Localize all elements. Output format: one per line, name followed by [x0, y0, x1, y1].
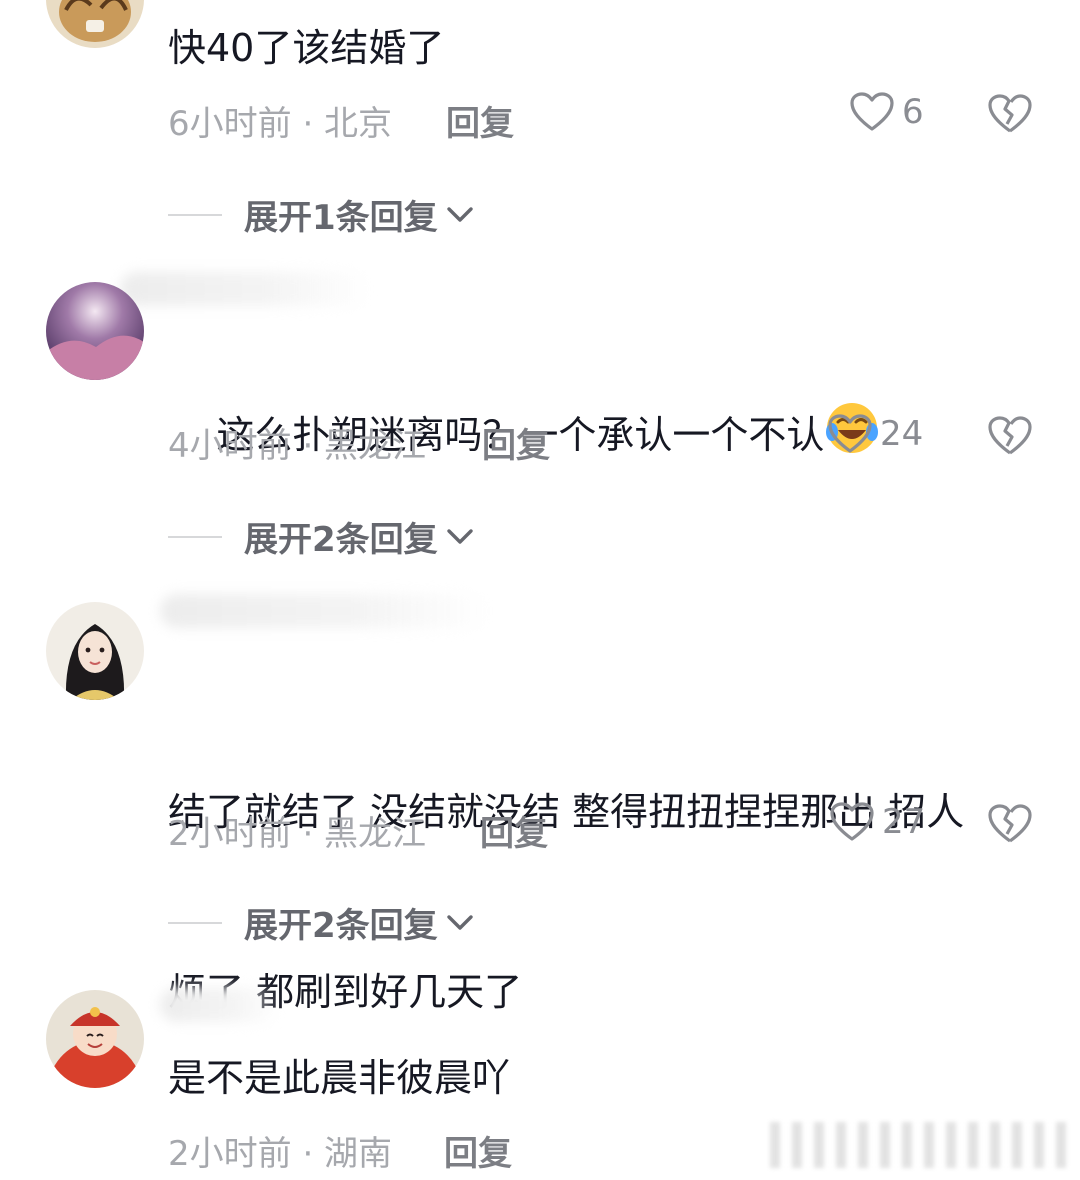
dislike-button[interactable] [988, 804, 1032, 848]
like-button[interactable]: 27 [830, 802, 925, 842]
avatar[interactable] [46, 282, 144, 380]
reply-button[interactable]: 回复 [480, 806, 548, 855]
heart-icon [830, 802, 874, 841]
comment-text-line: 烦了 都刷到好几天了 [168, 970, 523, 1014]
expand-replies-label: 展开2条回复 [244, 520, 438, 560]
reply-button[interactable]: 回复 [482, 418, 550, 467]
chevron-down-icon [446, 206, 473, 222]
like-count: 6 [902, 92, 924, 132]
expand-replies-button[interactable]: 展开1条回复 [168, 190, 474, 239]
divider [168, 535, 222, 538]
like-button[interactable]: 6 [850, 92, 924, 132]
expand-replies-button[interactable]: 展开2条回复 [168, 898, 474, 947]
avatar[interactable] [46, 0, 144, 48]
username-blurred[interactable] [160, 988, 280, 1022]
expand-replies-label: 展开1条回复 [244, 198, 438, 238]
heart-icon [850, 92, 894, 131]
broken-heart-icon [988, 94, 1032, 133]
avatar[interactable] [46, 990, 144, 1088]
chevron-down-icon [446, 914, 473, 930]
comment-meta: 2小时前 · 黑龙江 [168, 814, 427, 854]
comment-meta: 4小时前 · 黑龙江 [168, 426, 427, 466]
avatar[interactable] [46, 602, 144, 700]
reply-button[interactable]: 回复 [444, 1126, 512, 1175]
like-count: 27 [882, 802, 926, 842]
expand-replies-button[interactable]: 展开2条回复 [168, 512, 474, 561]
divider [168, 921, 222, 924]
heart-icon [828, 414, 872, 453]
chevron-down-icon [446, 528, 473, 544]
comment-meta: 2小时前 · 湖南 [168, 1134, 393, 1174]
divider [168, 213, 222, 216]
dislike-button[interactable] [988, 94, 1032, 138]
like-button[interactable]: 24 [828, 414, 923, 454]
dislike-button[interactable] [988, 416, 1032, 460]
comment-text: 是不是此晨非彼晨吖 [168, 1056, 511, 1100]
obscured-action-bar [770, 1122, 1070, 1168]
comment-text: 快40了该结婚了 [168, 26, 445, 70]
broken-heart-icon [988, 804, 1032, 843]
comment-meta: 6小时前 · 北京 [168, 104, 393, 144]
expand-replies-label: 展开2条回复 [244, 906, 438, 946]
reply-button[interactable]: 回复 [446, 96, 514, 145]
username-blurred[interactable] [120, 272, 370, 306]
like-count: 24 [880, 414, 924, 454]
username-blurred[interactable] [160, 594, 490, 628]
broken-heart-icon [988, 416, 1032, 455]
